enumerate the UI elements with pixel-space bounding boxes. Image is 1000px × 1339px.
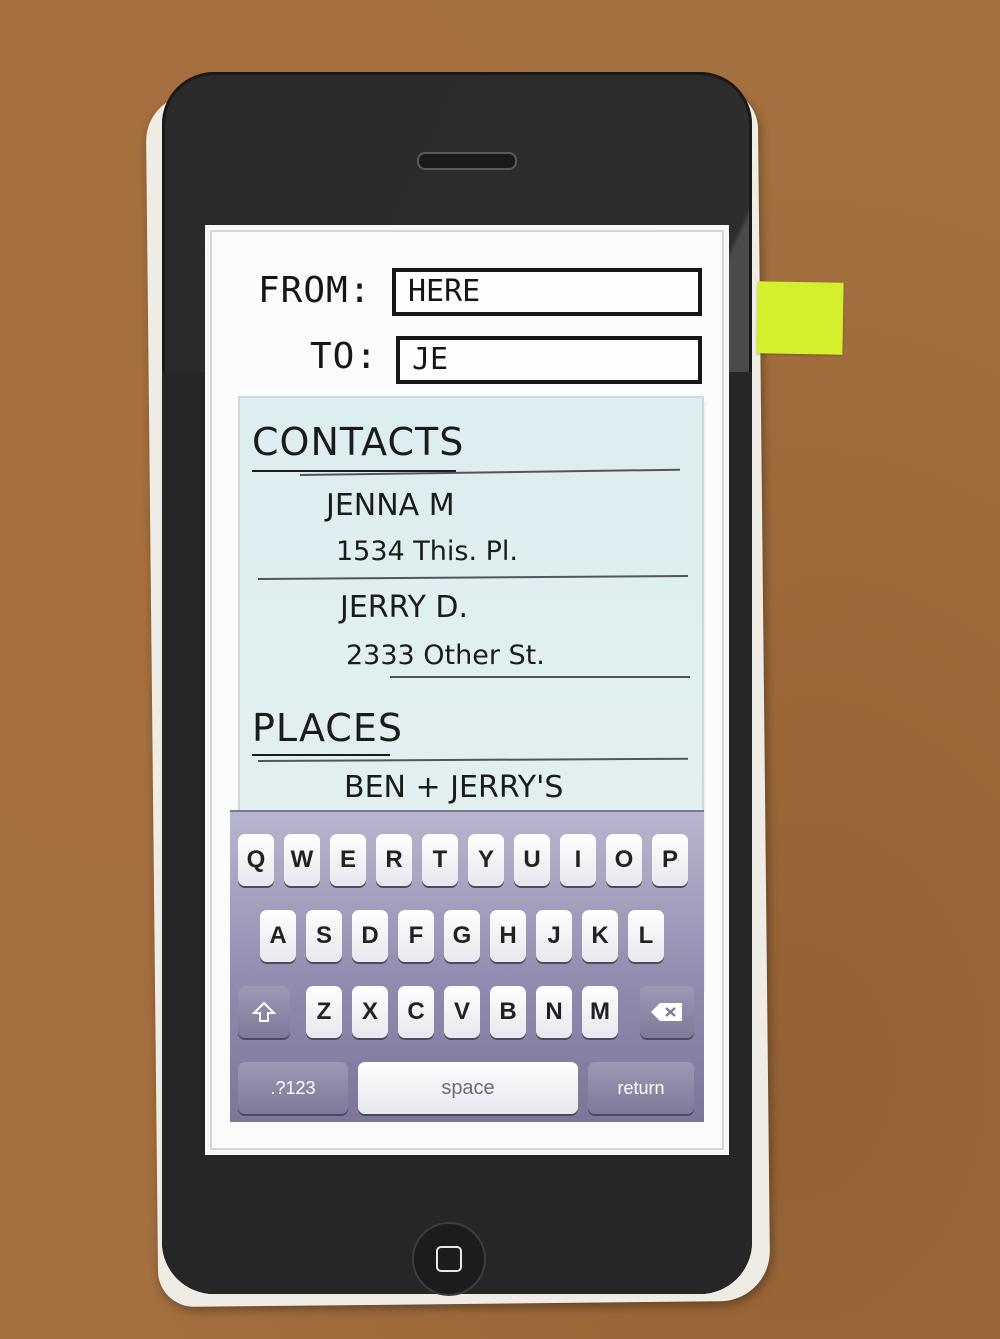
on-screen-keyboard: Q W E R T Y U I O P A S D F G H J K L Z … — [230, 810, 704, 1122]
key-e[interactable]: E — [330, 834, 366, 886]
screen: FROM: HERE TO: JE CONTACTS JENNA M 1534 … — [205, 225, 729, 1155]
key-m[interactable]: M — [582, 986, 618, 1038]
key-p[interactable]: P — [652, 834, 688, 886]
key-i[interactable]: I — [560, 834, 596, 886]
key-b[interactable]: B — [490, 986, 526, 1038]
key-o[interactable]: O — [606, 834, 642, 886]
key-y[interactable]: Y — [468, 834, 504, 886]
contacts-heading: CONTACTS — [252, 420, 465, 464]
key-f[interactable]: F — [398, 910, 434, 962]
to-field[interactable]: JE — [396, 336, 702, 384]
from-row: FROM: HERE — [210, 262, 724, 322]
key-g[interactable]: G — [444, 910, 480, 962]
key-l[interactable]: L — [628, 910, 664, 962]
numbers-key[interactable]: .?123 — [238, 1062, 348, 1114]
place-name: BEN + JERRY'S — [344, 770, 564, 805]
key-q[interactable]: Q — [238, 834, 274, 886]
from-field[interactable]: HERE — [392, 268, 702, 316]
key-r[interactable]: R — [376, 834, 412, 886]
places-heading-underline — [252, 754, 390, 756]
divider — [390, 676, 690, 678]
places-heading: PLACES — [252, 706, 403, 750]
contact-address: 1534 This. Pl. — [336, 536, 518, 567]
shift-key[interactable] — [238, 986, 290, 1038]
key-n[interactable]: N — [536, 986, 572, 1038]
key-a[interactable]: A — [260, 910, 296, 962]
divider — [257, 757, 688, 762]
home-square-icon — [436, 1246, 462, 1272]
key-w[interactable]: W — [284, 834, 320, 886]
contact-name: JERRY D. — [340, 590, 469, 625]
key-v[interactable]: V — [444, 986, 480, 1038]
key-s[interactable]: S — [306, 910, 342, 962]
key-z[interactable]: Z — [306, 986, 342, 1038]
key-h[interactable]: H — [490, 910, 526, 962]
to-label: TO: — [310, 336, 379, 377]
delete-key[interactable] — [640, 986, 694, 1038]
home-button[interactable] — [412, 1222, 486, 1296]
from-label: FROM: — [258, 270, 372, 311]
contact-name: JENNA M — [326, 488, 455, 523]
sticky-note-tab — [756, 281, 844, 355]
space-key[interactable]: space — [358, 1062, 578, 1114]
divider — [257, 574, 688, 580]
key-j[interactable]: J — [536, 910, 572, 962]
shift-arrow-icon — [251, 1001, 277, 1022]
key-u[interactable]: U — [514, 834, 550, 886]
contact-address: 2333 Other St. — [346, 640, 545, 671]
key-t[interactable]: T — [422, 834, 458, 886]
to-row: TO: JE — [210, 330, 724, 390]
key-k[interactable]: K — [582, 910, 618, 962]
backspace-icon — [651, 1003, 682, 1021]
return-key[interactable]: return — [588, 1062, 694, 1114]
key-c[interactable]: C — [398, 986, 434, 1038]
speaker-icon — [417, 152, 517, 170]
key-x[interactable]: X — [352, 986, 388, 1038]
key-d[interactable]: D — [352, 910, 388, 962]
